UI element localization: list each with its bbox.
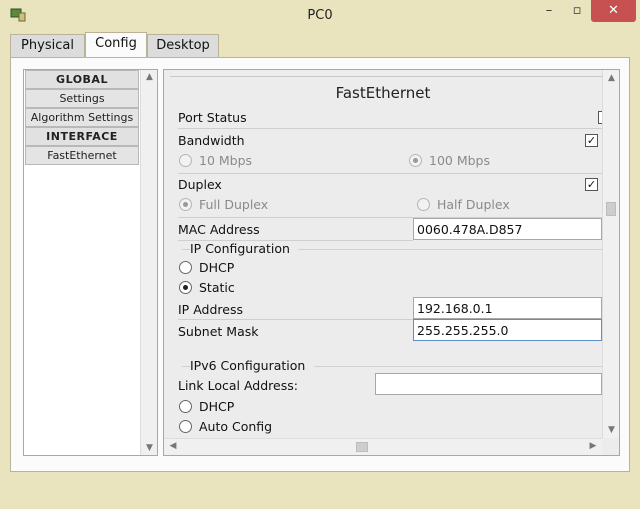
link-local-address-field[interactable] xyxy=(375,373,602,395)
scroll-up-icon[interactable]: ▲ xyxy=(603,73,619,83)
duplex-auto-checkbox[interactable]: ✓ xyxy=(585,178,598,191)
ipv4-static-label: Static xyxy=(199,280,235,295)
scroll-up-icon[interactable]: ▲ xyxy=(141,72,158,82)
bandwidth-10-radio[interactable] xyxy=(179,154,192,167)
divider xyxy=(178,319,413,320)
ip-address-field[interactable] xyxy=(413,297,602,319)
scroll-right-icon[interactable]: ▶ xyxy=(586,441,600,451)
horizontal-scroll-thumb[interactable] xyxy=(356,442,368,452)
subnet-mask-label: Subnet Mask xyxy=(178,324,259,339)
port-status-label: Port Status xyxy=(178,110,247,125)
title-bar: PC0 – ▫ ✕ xyxy=(0,0,640,32)
group-border xyxy=(298,249,602,250)
half-duplex-radio[interactable] xyxy=(417,198,430,211)
nav-header-global: GLOBAL xyxy=(25,70,139,89)
bandwidth-10-label: 10 Mbps xyxy=(199,153,253,168)
scroll-down-icon[interactable]: ▼ xyxy=(141,443,158,453)
ipv6-dhcp-radio[interactable] xyxy=(179,400,192,413)
bandwidth-auto-checkbox[interactable]: ✓ xyxy=(585,134,598,147)
ip-configuration-label: IP Configuration xyxy=(190,241,290,256)
tab-config[interactable]: Config xyxy=(85,32,147,58)
scroll-down-icon[interactable]: ▼ xyxy=(603,425,619,435)
interface-settings-content: FastEthernet Port Status Bandwidth ✓ 10 … xyxy=(164,70,611,438)
mac-address-label: MAC Address xyxy=(178,222,260,237)
ip-address-label: IP Address xyxy=(178,302,243,317)
full-duplex-radio[interactable] xyxy=(179,198,192,211)
ipv4-dhcp-label: DHCP xyxy=(199,260,235,275)
bandwidth-100-radio[interactable] xyxy=(409,154,422,167)
tab-physical[interactable]: Physical xyxy=(10,34,85,58)
subnet-mask-field[interactable] xyxy=(413,319,602,341)
nav-item-algorithm-settings[interactable]: Algorithm Settings xyxy=(25,108,139,127)
minimize-button[interactable]: – xyxy=(535,0,563,22)
close-button[interactable]: ✕ xyxy=(591,0,636,22)
group-border xyxy=(182,249,190,250)
settings-nav: GLOBAL Settings Algorithm Settings INTER… xyxy=(23,69,158,456)
bandwidth-100-label: 100 Mbps xyxy=(429,153,490,168)
content-vertical-scrollbar[interactable]: ▲ ▼ xyxy=(602,70,619,438)
ipv6-auto-config-radio[interactable] xyxy=(179,420,192,433)
half-duplex-label: Half Duplex xyxy=(437,197,510,212)
page-title: FastEthernet xyxy=(335,84,431,102)
tab-desktop[interactable]: Desktop xyxy=(147,34,219,58)
ipv6-auto-config-label: Auto Config xyxy=(199,419,273,434)
full-duplex-label: Full Duplex xyxy=(199,197,269,212)
nav-scrollbar[interactable]: ▲ ▼ xyxy=(140,70,157,455)
ipv4-dhcp-radio[interactable] xyxy=(179,261,192,274)
mac-address-field[interactable] xyxy=(413,218,602,240)
ipv6-configuration-label: IPv6 Configuration xyxy=(190,358,306,373)
nav-item-settings[interactable]: Settings xyxy=(25,89,139,108)
nav-list: GLOBAL Settings Algorithm Settings INTER… xyxy=(24,70,140,165)
nav-item-fastethernet[interactable]: FastEthernet xyxy=(25,146,139,165)
maximize-button[interactable]: ▫ xyxy=(563,0,591,22)
config-panel: GLOBAL Settings Algorithm Settings INTER… xyxy=(10,57,630,472)
divider xyxy=(178,173,602,174)
bandwidth-label: Bandwidth xyxy=(178,133,245,148)
divider xyxy=(178,128,602,129)
group-border xyxy=(182,366,190,367)
link-local-address-label: Link Local Address: xyxy=(178,378,298,393)
group-border xyxy=(314,366,602,367)
ipv4-static-radio[interactable] xyxy=(179,281,192,294)
content-horizontal-scrollbar[interactable]: ◀ ▶ xyxy=(164,438,602,455)
ipv6-dhcp-label: DHCP xyxy=(199,399,235,414)
duplex-label: Duplex xyxy=(178,177,222,192)
nav-header-interface: INTERFACE xyxy=(25,127,139,146)
heading-divider xyxy=(170,76,602,77)
vertical-scroll-thumb[interactable] xyxy=(606,202,616,216)
interface-settings-pane: FastEthernet Port Status Bandwidth ✓ 10 … xyxy=(163,69,620,456)
scroll-left-icon[interactable]: ◀ xyxy=(166,441,180,451)
